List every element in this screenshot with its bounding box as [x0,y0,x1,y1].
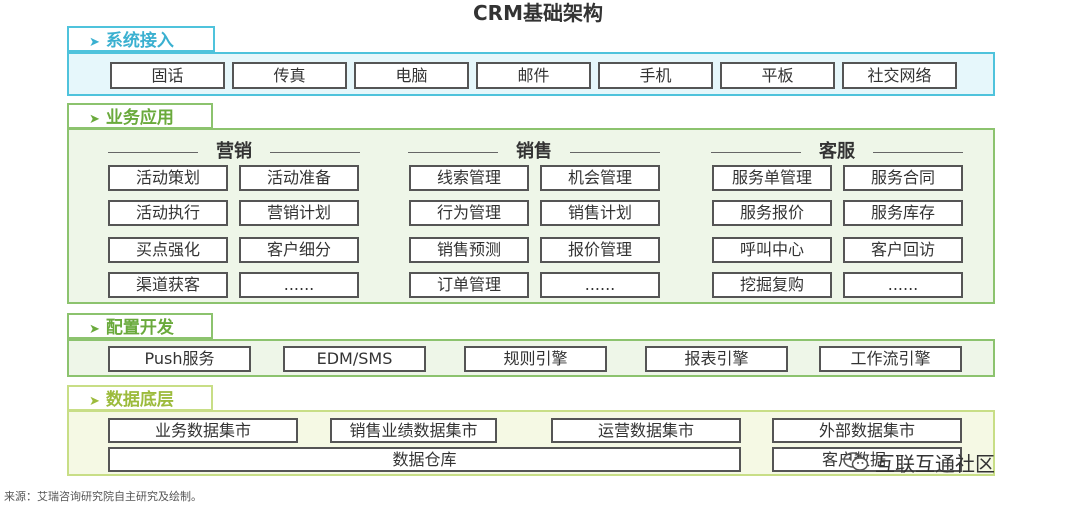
group-title: 客服 [819,141,855,162]
app-item: 机会管理 [540,165,660,191]
config-tab: ➤ 配置开发 [67,313,213,339]
app-item: 活动策划 [108,165,228,191]
app-item: 销售预测 [409,237,529,263]
apps-tab-label: 业务应用 [105,108,174,128]
app-item: 服务报价 [712,200,832,226]
data-item: 运营数据集市 [551,418,741,443]
app-item: ...... [843,272,963,298]
config-item: 报表引擎 [645,346,788,372]
group-title: 营销 [216,141,252,162]
config-item: EDM/SMS [283,346,426,372]
access-item: 社交网络 [842,62,957,89]
access-tab: ➤ 系统接入 [67,26,215,52]
access-item: 平板 [720,62,835,89]
app-item: 渠道获客 [108,272,228,298]
config-item: Push服务 [108,346,251,372]
arrow-right-icon: ➤ [89,35,100,50]
data-item: 销售业绩数据集市 [330,418,497,443]
arrow-right-icon: ➤ [89,394,100,409]
app-item: 活动准备 [239,165,359,191]
app-item: 营销计划 [239,200,359,226]
group-title-rule [711,152,801,153]
group-title-rule [873,152,963,153]
app-item: 行为管理 [409,200,529,226]
group-title: 销售 [516,141,552,162]
data-tab-label: 数据底层 [105,390,174,410]
access-item: 电脑 [354,62,469,89]
config-item: 工作流引擎 [819,346,962,372]
apps-tab: ➤ 业务应用 [67,103,213,129]
app-item: 订单管理 [409,272,529,298]
access-tab-label: 系统接入 [105,31,174,51]
config-tab-label: 配置开发 [105,318,174,338]
arrow-right-icon: ➤ [89,322,100,337]
group-title-rule [270,152,360,153]
data-item: 外部数据集市 [772,418,962,443]
app-item: 呼叫中心 [712,237,832,263]
config-item: 规则引擎 [464,346,607,372]
data-item: 数据仓库 [108,447,741,472]
app-item: 销售计划 [540,200,660,226]
wechat-icon [843,452,869,471]
group-title-rule [108,152,198,153]
app-item: ...... [540,272,660,298]
app-item: 报价管理 [540,237,660,263]
app-item: 活动执行 [108,200,228,226]
access-item: 传真 [232,62,347,89]
data-tab: ➤ 数据底层 [67,385,213,411]
app-item: 客户细分 [239,237,359,263]
app-item: 服务单管理 [712,165,832,191]
arrow-right-icon: ➤ [89,112,100,127]
app-item: 服务库存 [843,200,963,226]
group-title-rule [570,152,660,153]
app-item: 挖掘复购 [712,272,832,298]
group-title-rule [408,152,498,153]
data-item: 业务数据集市 [108,418,298,443]
app-item: 服务合同 [843,165,963,191]
app-item: 线索管理 [409,165,529,191]
access-item: 固话 [110,62,225,89]
app-item: 客户回访 [843,237,963,263]
watermark-text: 互联互通社区 [875,451,995,476]
app-item: ...... [239,272,359,298]
access-item: 手机 [598,62,713,89]
source-note: 来源：艾瑞咨询研究院自主研究及绘制。 [4,490,202,503]
access-item: 邮件 [476,62,591,89]
page-title: CRM基础架构 [473,1,603,25]
watermark: 互联互通社区 [843,446,1043,478]
app-item: 买点强化 [108,237,228,263]
